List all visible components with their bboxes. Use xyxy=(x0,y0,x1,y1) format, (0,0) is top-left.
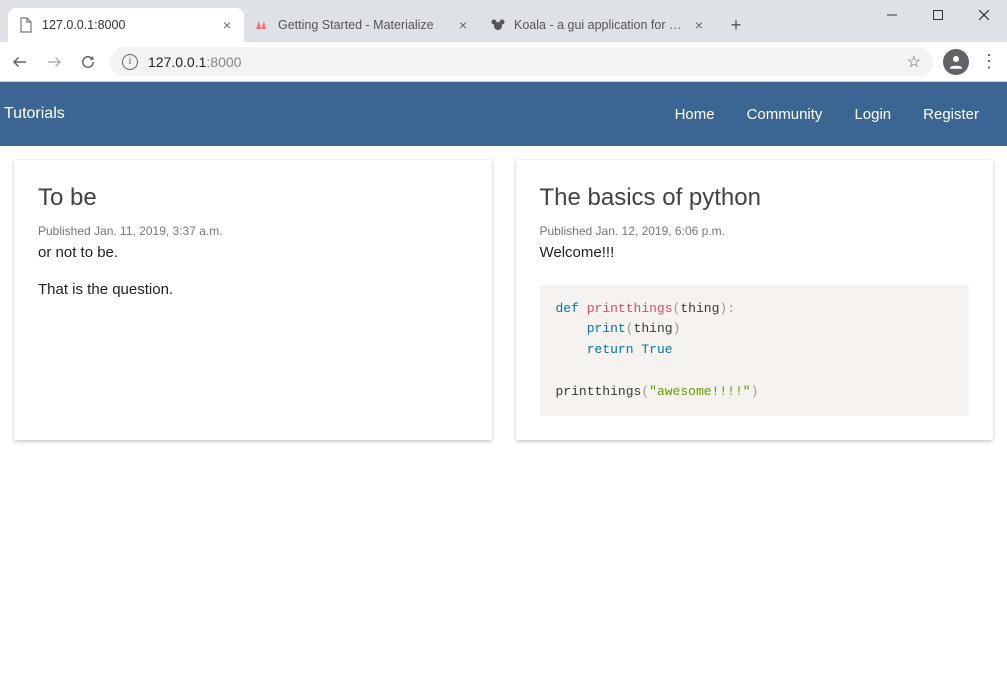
post-meta: Published Jan. 11, 2019, 3:37 a.m. xyxy=(38,224,468,238)
tab-koala[interactable]: Koala - a gui application for LESS × xyxy=(480,8,716,42)
card-grid: To be Published Jan. 11, 2019, 3:37 a.m.… xyxy=(0,146,1007,454)
koala-icon xyxy=(490,17,506,33)
page-viewport: Tutorials Home Community Login Register … xyxy=(0,82,1007,694)
materialize-icon xyxy=(254,17,270,33)
url-text: 127.0.0.1:8000 xyxy=(148,54,897,70)
tab-title: Koala - a gui application for LESS xyxy=(514,18,684,32)
post-body: or not to be. That is the question. xyxy=(38,242,468,301)
minimize-button[interactable] xyxy=(869,0,915,30)
window-controls xyxy=(869,0,1007,30)
post-paragraph: That is the question. xyxy=(38,279,468,302)
code-block: def printthings(thing): print(thing) ret… xyxy=(540,285,970,417)
reload-button[interactable] xyxy=(76,50,100,74)
site-info-icon[interactable]: i xyxy=(122,54,138,70)
tab-materialize[interactable]: Getting Started - Materialize × xyxy=(244,8,480,42)
post-title: The basics of python xyxy=(540,184,970,212)
new-tab-button[interactable]: + xyxy=(722,11,750,39)
tab-strip: 127.0.0.1:8000 × Getting Started - Mater… xyxy=(0,0,750,42)
file-icon xyxy=(18,17,34,33)
nav-community[interactable]: Community xyxy=(731,106,839,123)
site-navbar: Tutorials Home Community Login Register xyxy=(0,82,1007,146)
post-card: To be Published Jan. 11, 2019, 3:37 a.m.… xyxy=(14,160,492,440)
brand[interactable]: Tutorials xyxy=(0,105,65,123)
tab-title: Getting Started - Materialize xyxy=(278,18,448,32)
profile-avatar[interactable] xyxy=(943,49,969,75)
post-body: Welcome!!! xyxy=(540,242,970,265)
tab-title: 127.0.0.1:8000 xyxy=(42,18,212,32)
post-meta: Published Jan. 12, 2019, 6:06 p.m. xyxy=(540,224,970,238)
omnibox[interactable]: i 127.0.0.1:8000 ☆ xyxy=(110,47,933,77)
bookmark-icon[interactable]: ☆ xyxy=(907,52,921,72)
menu-button[interactable]: ⋮ xyxy=(979,51,999,72)
post-welcome: Welcome!!! xyxy=(540,244,615,261)
post-card: The basics of python Published Jan. 12, … xyxy=(516,160,994,440)
nav-register[interactable]: Register xyxy=(907,106,995,123)
close-window-button[interactable] xyxy=(961,0,1007,30)
post-title: To be xyxy=(38,184,468,212)
nav-home[interactable]: Home xyxy=(659,106,731,123)
forward-button[interactable] xyxy=(42,50,66,74)
tab-localhost[interactable]: 127.0.0.1:8000 × xyxy=(8,8,244,42)
address-bar: i 127.0.0.1:8000 ☆ ⋮ xyxy=(0,42,1007,82)
close-icon[interactable]: × xyxy=(456,18,470,32)
browser-titlebar: 127.0.0.1:8000 × Getting Started - Mater… xyxy=(0,0,1007,42)
close-icon[interactable]: × xyxy=(692,18,706,32)
maximize-button[interactable] xyxy=(915,0,961,30)
back-button[interactable] xyxy=(8,50,32,74)
post-paragraph: or not to be. xyxy=(38,242,468,265)
nav-login[interactable]: Login xyxy=(838,106,907,123)
close-icon[interactable]: × xyxy=(220,18,234,32)
